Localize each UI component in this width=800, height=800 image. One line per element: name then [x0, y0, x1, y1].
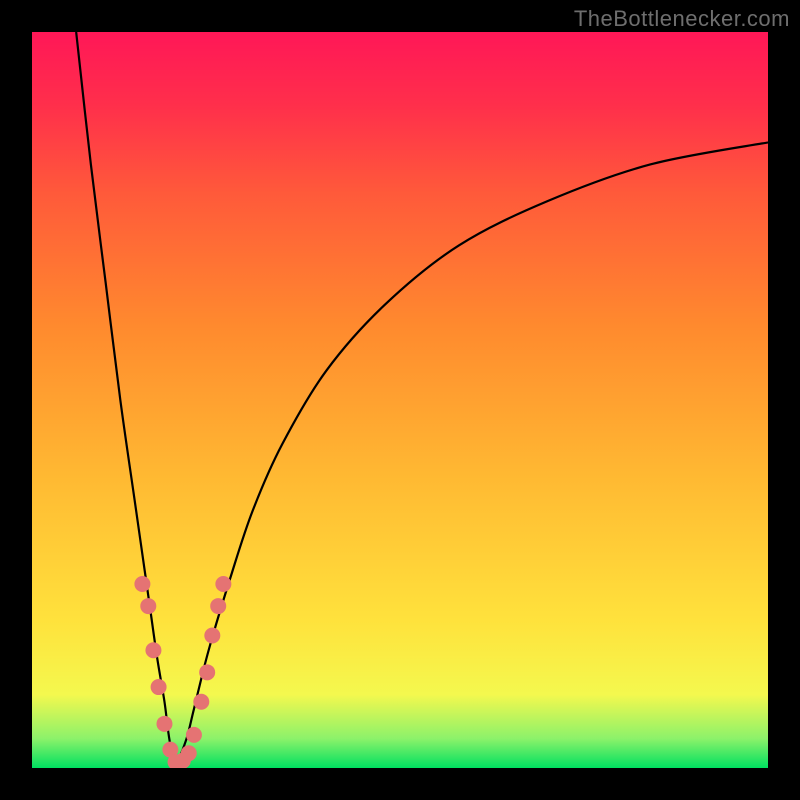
curve-layer [32, 32, 768, 768]
data-point-marker [199, 664, 215, 680]
data-point-marker [156, 716, 172, 732]
marker-group [134, 576, 231, 768]
plot-area [32, 32, 768, 768]
data-point-marker [204, 628, 220, 644]
data-point-marker [193, 694, 209, 710]
watermark-text: TheBottlenecker.com [574, 6, 790, 32]
data-point-marker [140, 598, 156, 614]
left-branch-curve [76, 32, 175, 768]
data-point-marker [210, 598, 226, 614]
data-point-marker [181, 745, 197, 761]
data-point-marker [186, 727, 202, 743]
right-branch-curve [176, 142, 768, 768]
data-point-marker [151, 679, 167, 695]
chart-frame: TheBottlenecker.com [0, 0, 800, 800]
data-point-marker [134, 576, 150, 592]
data-point-marker [145, 642, 161, 658]
data-point-marker [215, 576, 231, 592]
